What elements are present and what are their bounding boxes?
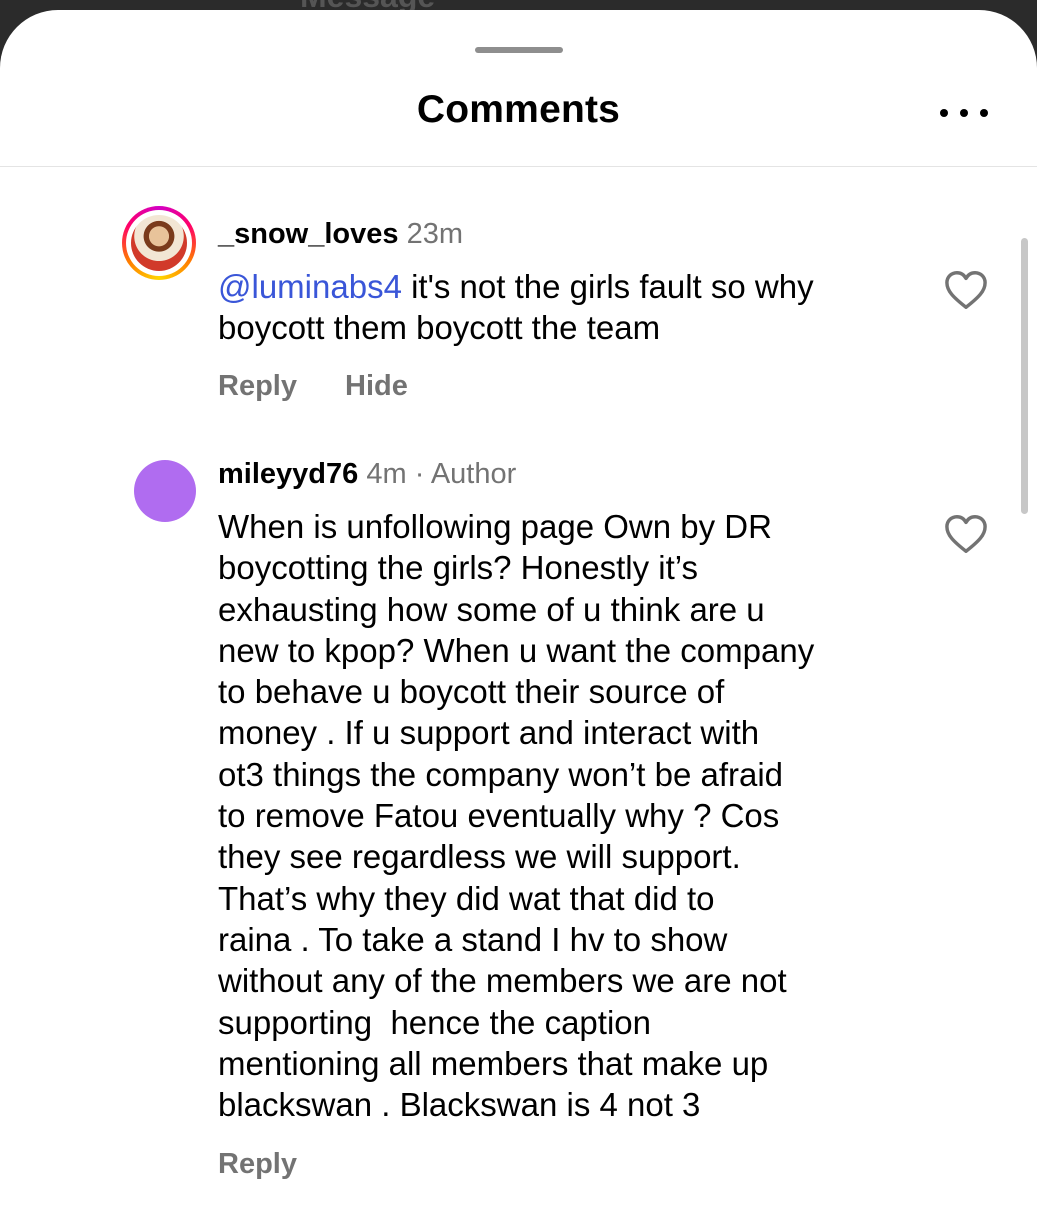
meta-separator: · <box>414 458 425 490</box>
comment-line: supporting hence the caption <box>218 1003 651 1041</box>
comment-time: 4m <box>366 458 407 490</box>
comment-line: That’s why they did wat that did to <box>218 879 715 917</box>
comment-line: When is unfollowing page Own by DR <box>218 508 772 545</box>
more-options-icon[interactable] <box>940 106 988 120</box>
avatar[interactable] <box>134 460 196 522</box>
comment-line: boycotting the girls? Honestly it’s <box>218 549 698 587</box>
comment-actions: Reply <box>218 1148 337 1181</box>
author-badge: Author <box>430 458 517 490</box>
sheet-title: Comments <box>416 88 621 131</box>
heart-icon[interactable] <box>944 270 988 310</box>
scrollbar[interactable] <box>1021 238 1028 514</box>
drag-handle[interactable] <box>475 47 563 53</box>
avatar <box>131 215 187 271</box>
reply-button[interactable]: Reply <box>218 1148 297 1180</box>
hide-button[interactable]: Hide <box>345 370 408 402</box>
comment-meta: _snow_loves 23m <box>218 218 463 251</box>
comment-line: to behave u boycott their source of <box>218 673 725 711</box>
comment-actions: Reply Hide <box>218 370 448 403</box>
reply-button[interactable]: Reply <box>218 370 297 402</box>
comment-line: money . If u support and interact with <box>218 714 760 752</box>
comment-username[interactable]: mileyyd76 <box>218 458 358 490</box>
comment-line: ot3 things the company won’t be afraid <box>218 755 784 793</box>
comment-line: mentioning all members that make up <box>218 1044 769 1082</box>
comment-line: they see regardless we will support. <box>218 838 741 876</box>
header-divider <box>0 166 1037 167</box>
comment-line: to remove Fatou eventually why ? Cos <box>218 797 780 835</box>
comment-line: raina . To take a stand I hv to show <box>218 920 728 958</box>
comment-text: @luminabs4 it's not the girls fault so w… <box>218 266 858 349</box>
comments-sheet: Comments _snow_loves 23m @luminabs4 it's… <box>0 10 1037 1210</box>
comment-time: 23m <box>406 218 464 250</box>
comment-mention[interactable]: @luminabs4 <box>218 268 402 305</box>
heart-icon[interactable] <box>944 514 988 554</box>
comment-text: When is unfollowing page Own by DR boyco… <box>218 506 908 1125</box>
comment-line: exhausting how some of u think are u <box>218 590 765 628</box>
comment-meta: mileyyd76 4m · Author <box>218 458 516 491</box>
comment-line: blackswan . Blackswan is 4 not 3 <box>218 1086 701 1124</box>
avatar-story-ring[interactable] <box>122 206 196 280</box>
comment-line: new to kpop? When u want the company <box>218 631 815 669</box>
comment-username[interactable]: _snow_loves <box>218 218 399 250</box>
comment-line: without any of the members we are not <box>218 962 787 1000</box>
